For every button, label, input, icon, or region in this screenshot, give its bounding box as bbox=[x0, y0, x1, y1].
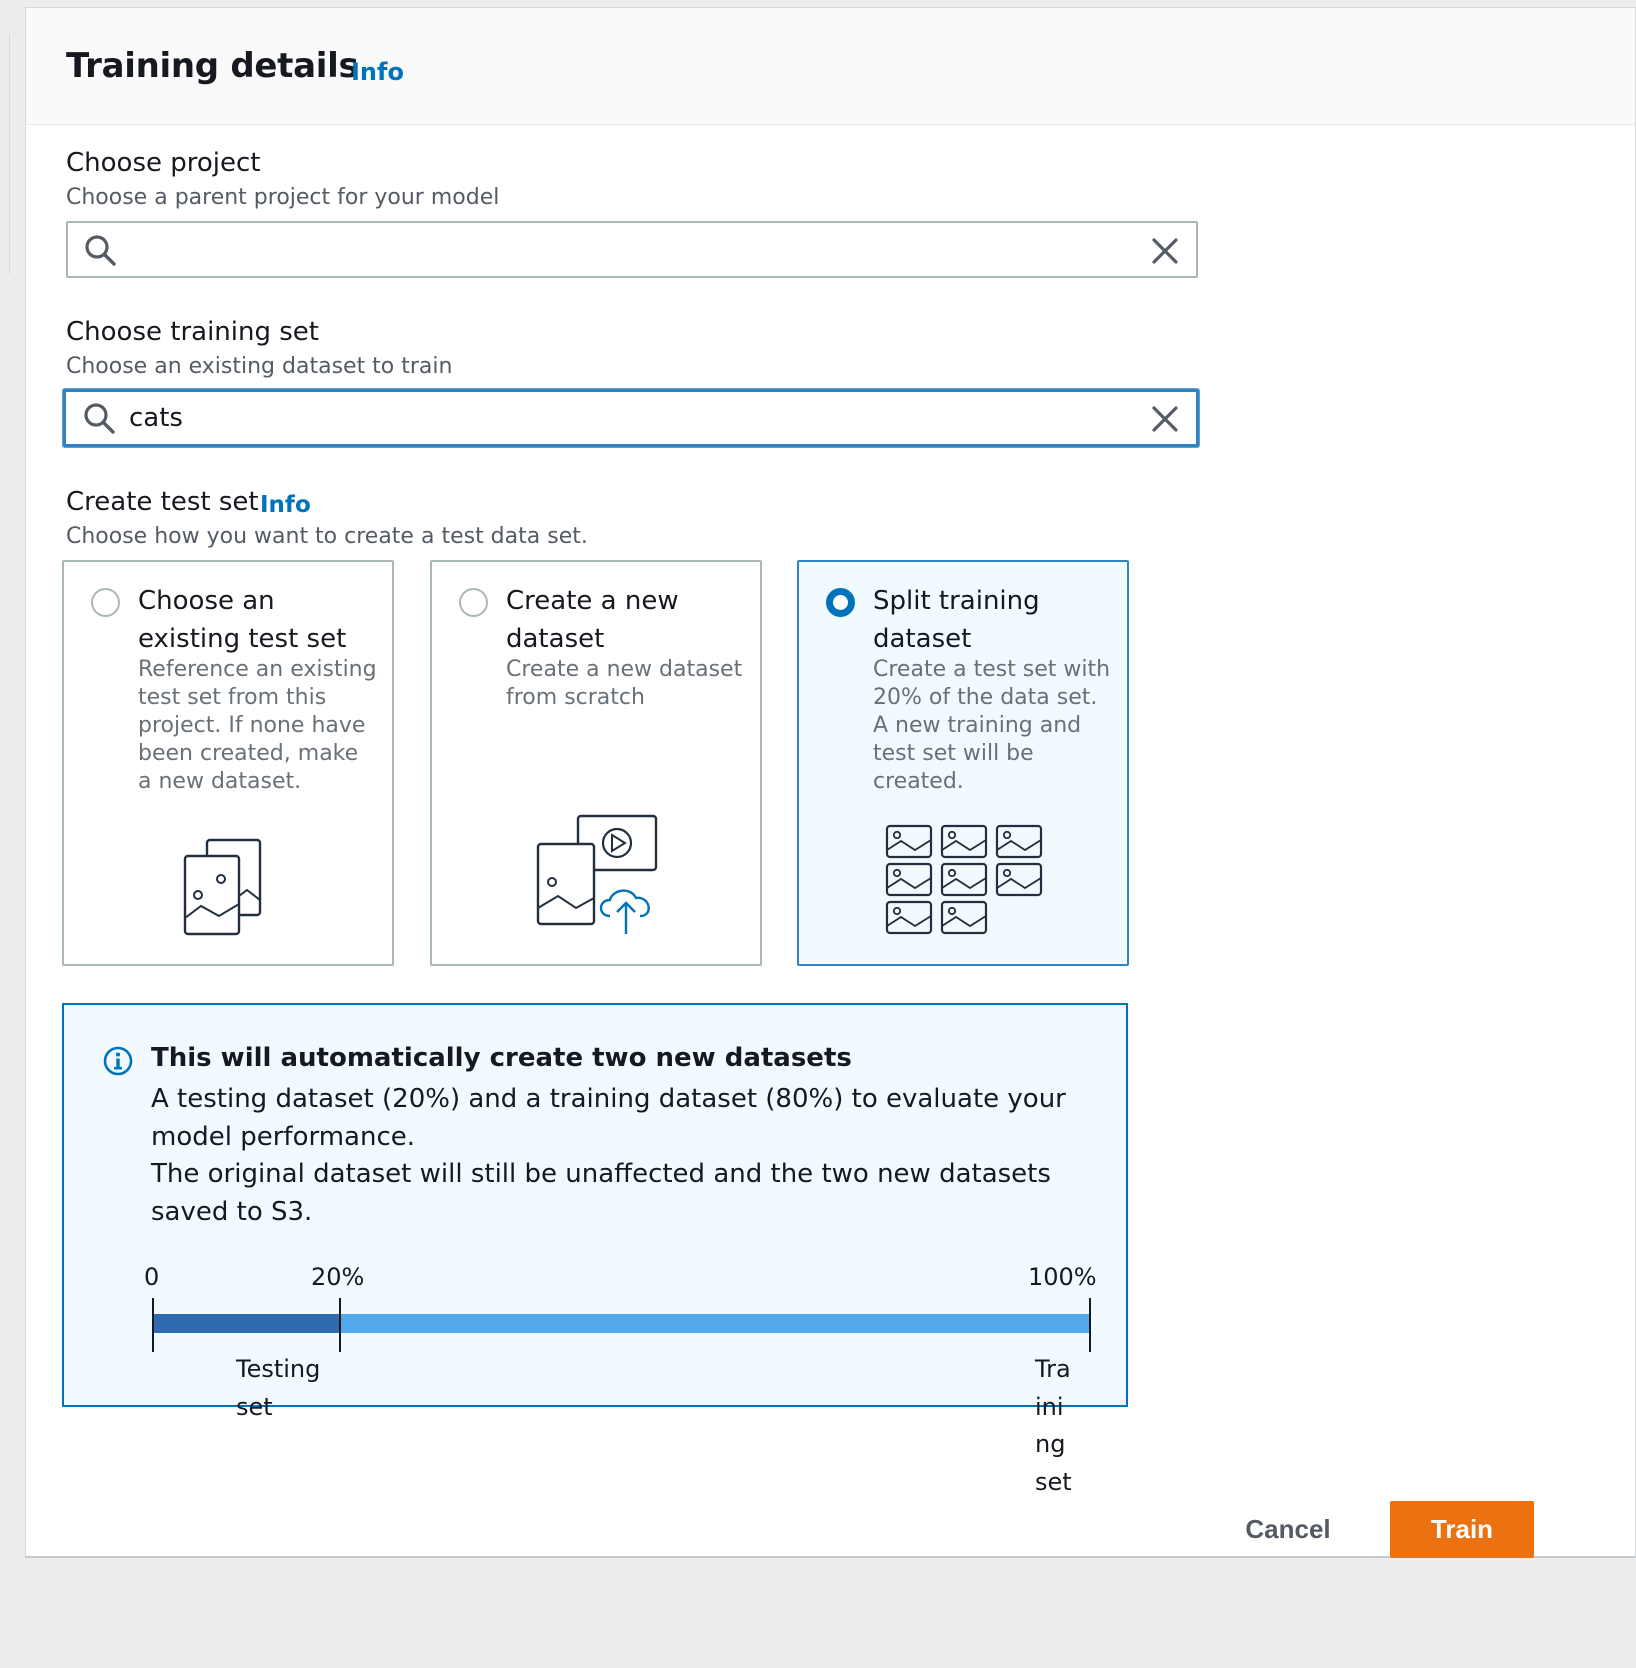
training-set-label: Choose training set bbox=[66, 317, 319, 347]
radio-split[interactable] bbox=[826, 588, 855, 617]
clear-icon[interactable] bbox=[1148, 234, 1182, 268]
option-title: Choose an existing test set bbox=[138, 586, 347, 654]
test-set-info-link[interactable]: Info bbox=[260, 492, 311, 518]
split-info-alert: This will automatically create two new d… bbox=[62, 1003, 1128, 1496]
image-thumb-icon bbox=[940, 824, 988, 859]
option-description: Create a test set with 20% of the data s… bbox=[873, 657, 1111, 794]
image-thumb-icon bbox=[885, 900, 933, 935]
radio-new[interactable] bbox=[459, 588, 488, 617]
training-set-label: Training set bbox=[1035, 1355, 1072, 1496]
tick-label-end: 100% bbox=[1028, 1263, 1097, 1291]
option-description: Reference an existing test set from this… bbox=[138, 657, 377, 794]
image-thumb-icon bbox=[940, 862, 988, 897]
tick-mark-split bbox=[339, 1298, 341, 1352]
train-button[interactable]: Train bbox=[1390, 1501, 1534, 1558]
option-title: Create a new dataset bbox=[506, 586, 679, 654]
header-info-link[interactable]: Info bbox=[351, 58, 404, 86]
cancel-button[interactable]: Cancel bbox=[1232, 1506, 1344, 1552]
panel-title: Training details bbox=[66, 46, 359, 86]
training-set-search-value: cats bbox=[129, 403, 183, 433]
test-option-new[interactable]: Create a new dataset Create a new datase… bbox=[430, 560, 762, 966]
project-label: Choose project bbox=[66, 148, 261, 178]
tick-mark-start bbox=[152, 1298, 154, 1352]
stacked-images-icon bbox=[183, 838, 262, 936]
testing-set-bar bbox=[153, 1314, 340, 1333]
search-icon bbox=[85, 235, 116, 266]
alert-body-line-2: The original dataset will still be unaff… bbox=[151, 1159, 1051, 1227]
test-option-existing[interactable]: Choose an existing test set Reference an… bbox=[62, 560, 394, 966]
image-thumb-icon bbox=[995, 862, 1043, 897]
tick-label-split: 20% bbox=[311, 1263, 365, 1291]
option-title: Split training dataset bbox=[873, 586, 1040, 654]
training-set-bar bbox=[340, 1314, 1090, 1333]
option-description: Create a new dataset from scratch bbox=[506, 657, 743, 710]
alert-title: This will automatically create two new d… bbox=[151, 1043, 852, 1073]
testing-set-label: Testing set bbox=[236, 1355, 321, 1421]
image-thumb-icon bbox=[940, 900, 988, 935]
test-option-split[interactable]: Split training dataset Create a test set… bbox=[797, 560, 1129, 966]
panel-header: Training details Info bbox=[26, 8, 1635, 125]
alert-body: A testing dataset (20%) and a training d… bbox=[151, 1081, 1111, 1231]
clear-icon[interactable] bbox=[1148, 402, 1182, 436]
image-thumb-icon bbox=[995, 824, 1043, 859]
project-description: Choose a parent project for your model bbox=[66, 185, 500, 210]
image-thumb-icon bbox=[885, 824, 933, 859]
training-set-search-input[interactable]: cats bbox=[63, 389, 1199, 447]
project-search-input[interactable] bbox=[66, 221, 1198, 278]
info-icon bbox=[103, 1046, 133, 1076]
radio-existing[interactable] bbox=[91, 588, 120, 617]
tick-mark-end bbox=[1089, 1298, 1091, 1352]
test-set-label: Create test set bbox=[66, 487, 259, 517]
alert-body-line-1: A testing dataset (20%) and a training d… bbox=[151, 1084, 1066, 1152]
tick-label-start: 0 bbox=[144, 1263, 160, 1291]
test-set-description: Choose how you want to create a test dat… bbox=[66, 524, 588, 549]
page: Training details Info Choose project Cho… bbox=[0, 0, 1636, 1668]
image-grid-icon bbox=[885, 824, 1043, 935]
training-set-description: Choose an existing dataset to train bbox=[66, 354, 453, 379]
media-upload-icon bbox=[536, 814, 658, 934]
page-edge-rule bbox=[9, 34, 10, 274]
image-thumb-icon bbox=[885, 862, 933, 897]
search-icon bbox=[84, 403, 115, 434]
